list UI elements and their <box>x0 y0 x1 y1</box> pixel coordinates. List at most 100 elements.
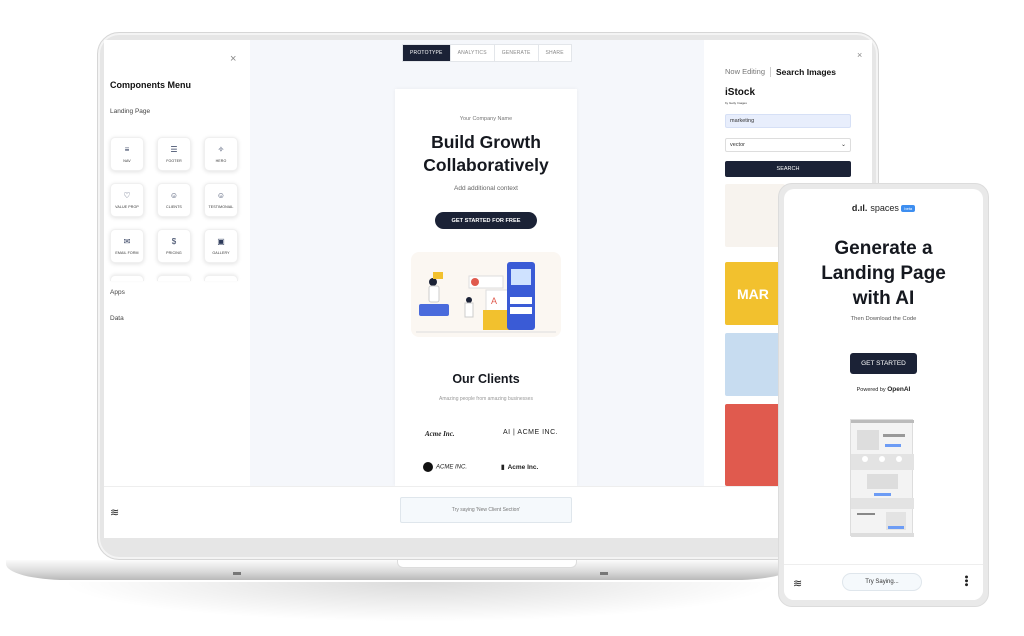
provider-name: iStock <box>725 87 756 98</box>
page-preview: Your Company Name Build Growth Collabora… <box>395 89 577 486</box>
phone-screen: d.ıl. spaces beta Generate a Landing Page… <box>784 189 983 600</box>
close-icon[interactable]: × <box>230 53 236 65</box>
component-tile-testimonial[interactable]: ☺ TESTIMONIAL <box>204 183 238 217</box>
select-value: vector <box>730 142 745 148</box>
tile-label: EMAIL FORM <box>115 251 139 255</box>
layers-icon[interactable]: ≋ <box>793 577 802 590</box>
hero-title: Build Growth Collaboratively <box>395 131 577 177</box>
section-data[interactable]: Data <box>110 315 124 322</box>
hero-illustration: A <box>411 252 561 337</box>
chat-smile-icon: ☺ <box>216 191 226 200</box>
diamond-icon: ♡ <box>123 191 131 200</box>
component-tile-gallery[interactable]: ▣ GALLERY <box>204 229 238 263</box>
bottom-toolbar: ≋ Try saying 'New Client Section' <box>104 486 872 538</box>
laptop-notch <box>397 560 577 568</box>
tile-label: VALUE PROP <box>115 205 139 209</box>
components-menu-title: Components Menu <box>110 80 191 90</box>
hero-subtitle: Add additional context <box>454 185 518 192</box>
client-logo-text: Acme Inc. <box>507 464 539 471</box>
title-line: with AI <box>852 288 915 309</box>
phone-hero-title: Generate a Landing Page with AI <box>784 236 983 311</box>
hero-title-line: Collaboratively <box>423 155 549 175</box>
try-saying-button[interactable]: Try Saying... <box>842 573 922 591</box>
wireframe-preview <box>850 419 914 537</box>
powered-prefix: Powered by <box>856 387 888 393</box>
title-line: Generate a <box>834 238 933 259</box>
image-result[interactable] <box>725 184 785 247</box>
tile-label: TESTIMONIAL <box>208 205 234 209</box>
client-logo: Acme Inc. <box>425 430 455 438</box>
istock-logo: iStock by Getty Images <box>725 88 755 108</box>
hero-title-line: Build Growth <box>431 132 541 152</box>
tile-label: CLIENTS <box>166 205 182 209</box>
laptop-shadow <box>60 582 780 622</box>
svg-text:A: A <box>491 296 497 306</box>
image-result[interactable] <box>725 333 785 396</box>
get-started-button[interactable]: GET STARTED FOR FREE <box>435 212 537 229</box>
laptop-screen: × Components Menu Landing Page ≡ NAV ☰ FOO… <box>104 40 872 538</box>
tab-prototype[interactable]: PROTOTYPE <box>403 45 451 61</box>
tab-generate[interactable]: GENERATE <box>495 45 539 61</box>
close-icon[interactable]: × <box>857 50 862 60</box>
image-result[interactable]: MAR <box>725 262 785 325</box>
component-tile-pricing[interactable]: $ PRICING <box>157 229 191 263</box>
component-tile[interactable] <box>157 275 191 281</box>
more-options-icon[interactable]: ••• <box>960 575 972 587</box>
chevron-down-icon: ⌄ <box>840 142 846 148</box>
tab-share[interactable]: SHARE <box>539 45 571 61</box>
design-canvas: PROTOTYPE ANALYTICS GENERATE SHARE Your … <box>250 40 704 486</box>
clients-title: Our Clients <box>452 372 520 386</box>
now-editing-label: Now Editing <box>725 67 766 76</box>
image-search-input[interactable]: marketing <box>725 114 851 128</box>
tile-label: FOOTER <box>166 159 182 163</box>
search-images-title: Search Images <box>770 67 836 77</box>
laptop-foot <box>233 572 241 575</box>
phone-frame: d.ıl. spaces beta Generate a Landing Page… <box>778 183 989 607</box>
openai-logo: OpenAI <box>887 386 911 393</box>
component-tile[interactable] <box>110 275 144 281</box>
image-result[interactable] <box>725 404 785 486</box>
tile-label: NAV <box>123 159 131 163</box>
prompt-textarea[interactable]: Try saying 'New Client Section' <box>400 497 572 523</box>
components-panel: × Components Menu Landing Page ≡ NAV ☰ FOO… <box>104 40 250 486</box>
beta-badge: beta <box>901 205 916 213</box>
laptop-foot <box>600 572 608 575</box>
phone-bottom-bar: ≋ Try Saying... ••• <box>784 564 983 600</box>
component-tile-footer[interactable]: ☰ FOOTER <box>157 137 191 171</box>
tab-analytics[interactable]: ANALYTICS <box>451 45 495 61</box>
client-logo: ACME INC. <box>423 462 467 472</box>
layers-icon[interactable]: ≋ <box>110 506 119 519</box>
component-tile-hero[interactable]: ✧ HERO <box>204 137 238 171</box>
phone-get-started-button[interactable]: GET STARTED <box>850 353 917 374</box>
title-line: Landing Page <box>821 263 946 284</box>
provider-sub: by Getty Images <box>725 101 747 105</box>
powered-by: Powered by OpenAI <box>784 386 983 393</box>
client-logo: ▮ Acme Inc. <box>501 464 539 471</box>
component-tile[interactable] <box>204 275 238 281</box>
section-landing-page[interactable]: Landing Page <box>110 108 150 115</box>
mail-icon: ✉ <box>123 237 131 246</box>
component-grid: ≡ NAV ☰ FOOTER ✧ HERO ♡ VALUE PROP ☺ CLIENTS … <box>110 137 240 281</box>
hero-icon: ✧ <box>217 145 225 154</box>
user-icon: ☺ <box>169 191 179 200</box>
tile-label: HERO <box>215 159 227 163</box>
component-tile-value-prop[interactable]: ♡ VALUE PROP <box>110 183 144 217</box>
mode-tabs: PROTOTYPE ANALYTICS GENERATE SHARE <box>402 44 572 62</box>
gallery-icon: ▣ <box>217 237 225 246</box>
search-button[interactable]: SEARCH <box>725 161 851 177</box>
dollar-icon: $ <box>171 237 177 246</box>
company-name: Your Company Name <box>459 116 513 122</box>
section-apps[interactable]: Apps <box>110 289 125 296</box>
brand-name: spaces <box>870 203 899 213</box>
tile-label: GALLERY <box>212 251 230 255</box>
spaces-logo: d.ıl. spaces beta <box>784 203 983 213</box>
component-tile-email-form[interactable]: ✉ EMAIL FORM <box>110 229 144 263</box>
component-tile-nav[interactable]: ≡ NAV <box>110 137 144 171</box>
component-tile-clients[interactable]: ☺ CLIENTS <box>157 183 191 217</box>
image-type-select[interactable]: vector ⌄ <box>725 138 851 152</box>
client-logo: AI | ACME INC. <box>503 429 559 436</box>
client-logo-text: ACME INC. <box>436 464 468 471</box>
nav-icon: ≡ <box>124 145 130 154</box>
tile-label: PRICING <box>166 251 182 255</box>
phone-subtitle: Then Download the Code <box>850 316 917 322</box>
